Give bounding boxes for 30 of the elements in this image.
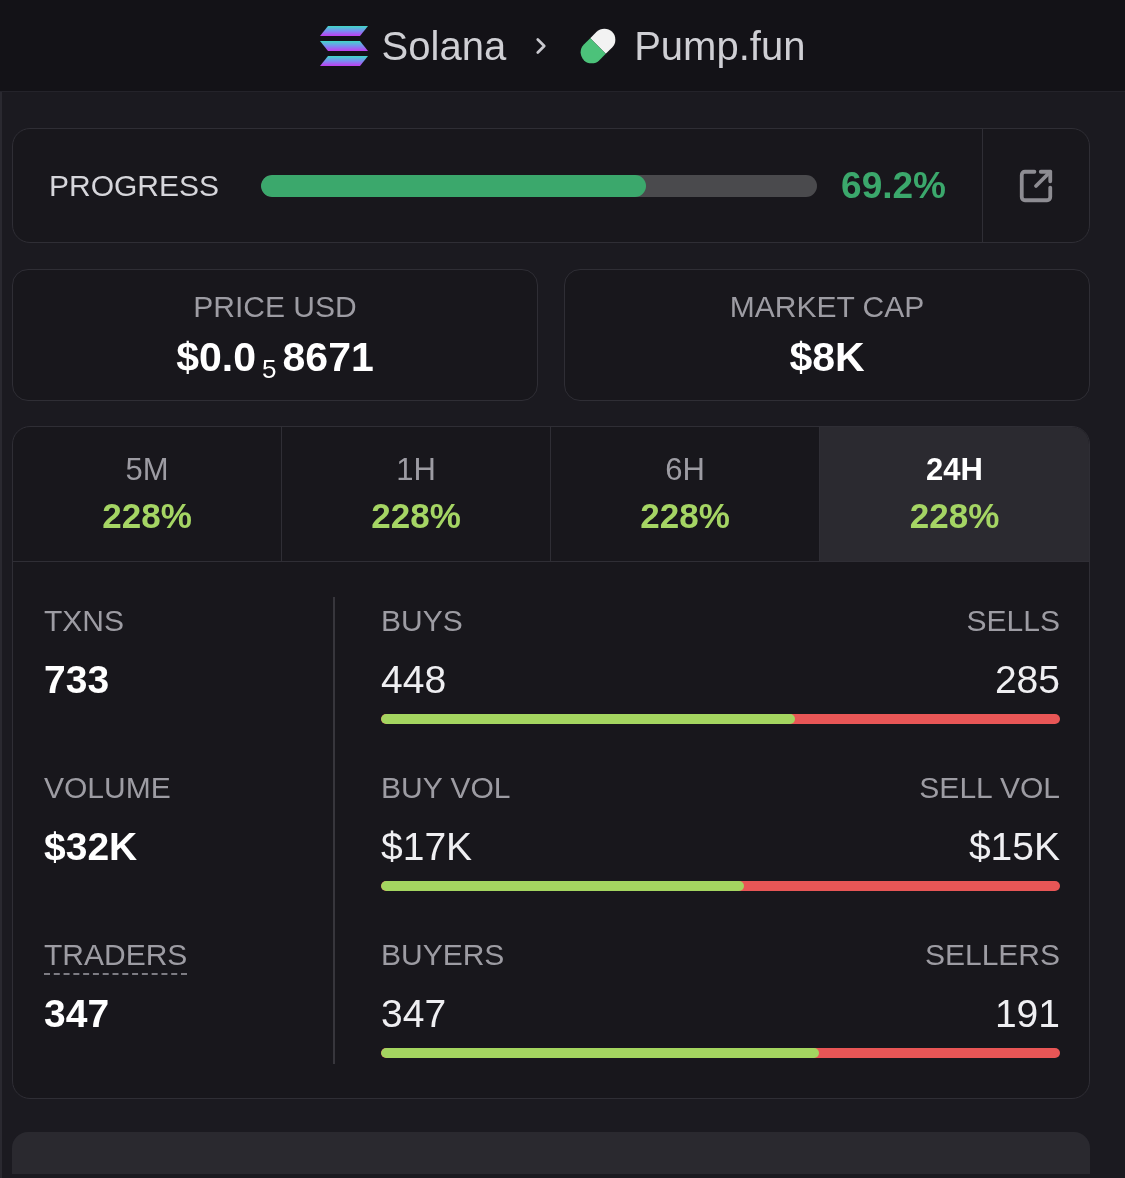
sell-value: 285: [994, 657, 1060, 703]
summary-label: PRICE USD: [193, 289, 357, 325]
summary-value: $0.0$_{5}$8671: [176, 333, 374, 382]
buy-label: BUY VOL: [381, 770, 511, 806]
breadcrumb-link[interactable]: Pump.fun: [634, 21, 806, 70]
stat-value: 347: [44, 991, 110, 1037]
timeframe-tab[interactable]: 5M 228%: [13, 427, 282, 561]
sell-label: SELLERS: [924, 937, 1060, 973]
summary-label: MARKET CAP: [729, 289, 925, 325]
buy-value: $17K: [381, 824, 473, 870]
sell-label: SELL VOL: [919, 770, 1060, 806]
sell-value: $15K: [968, 824, 1060, 870]
breadcrumb-link[interactable]: Solana: [381, 21, 507, 70]
progress-label: PROGRESS: [49, 168, 221, 204]
summary-value: $8K: [789, 333, 865, 382]
timeframe-tab[interactable]: 1H 228%: [282, 427, 551, 561]
sell-value: 191: [994, 991, 1060, 1037]
stat-value: 733: [44, 657, 110, 703]
stat-label: VOLUME: [44, 770, 171, 806]
timeframe-tab[interactable]: 24H 228%: [820, 427, 1089, 561]
progress-percentage: 69.2%: [841, 163, 946, 208]
layered-bars-logo-icon: [319, 25, 368, 66]
stat-value: $32K: [44, 824, 138, 870]
sell-label: SELLS: [966, 603, 1060, 639]
stat-label: TXNS: [44, 603, 124, 639]
stat-label: TRADERS: [44, 937, 188, 973]
buy-value: 347: [381, 991, 447, 1037]
buy-value: 448: [381, 657, 447, 703]
buy-label: BUYS: [381, 603, 463, 639]
buy-label: BUYERS: [381, 937, 505, 973]
